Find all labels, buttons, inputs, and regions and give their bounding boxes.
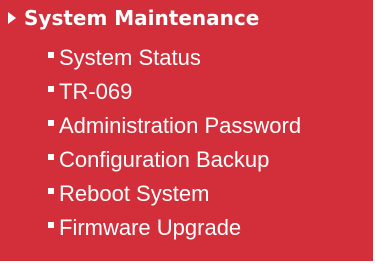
square-bullet-icon [48,120,54,126]
menu-item-firmware-upgrade[interactable]: Firmware Upgrade [48,211,372,245]
menu-item-administration-password[interactable]: Administration Password [48,109,372,143]
menu-item-system-status[interactable]: System Status [48,41,372,75]
menu-item-reboot-system[interactable]: Reboot System [48,177,372,211]
square-bullet-icon [48,222,54,228]
menu-item-label: Firmware Upgrade [59,215,242,240]
menu-item-label: System Status [59,45,201,70]
system-maintenance-menu-panel: System Maintenance System Status TR-069 … [0,0,374,262]
menu-item-label: TR-069 [59,79,133,104]
triangle-right-icon [8,12,16,24]
submenu-list: System Status TR-069 Administration Pass… [48,41,372,245]
section-title: System Maintenance [24,6,260,30]
menu-item-configuration-backup[interactable]: Configuration Backup [48,143,372,177]
menu-item-label: Configuration Backup [59,147,270,172]
section-header-system-maintenance[interactable]: System Maintenance [8,4,259,32]
square-bullet-icon [48,188,54,194]
square-bullet-icon [48,52,54,58]
menu-item-tr-069[interactable]: TR-069 [48,75,372,109]
square-bullet-icon [48,86,54,92]
square-bullet-icon [48,154,54,160]
menu-item-label: Administration Password [59,113,302,138]
menu-item-label: Reboot System [59,181,210,206]
